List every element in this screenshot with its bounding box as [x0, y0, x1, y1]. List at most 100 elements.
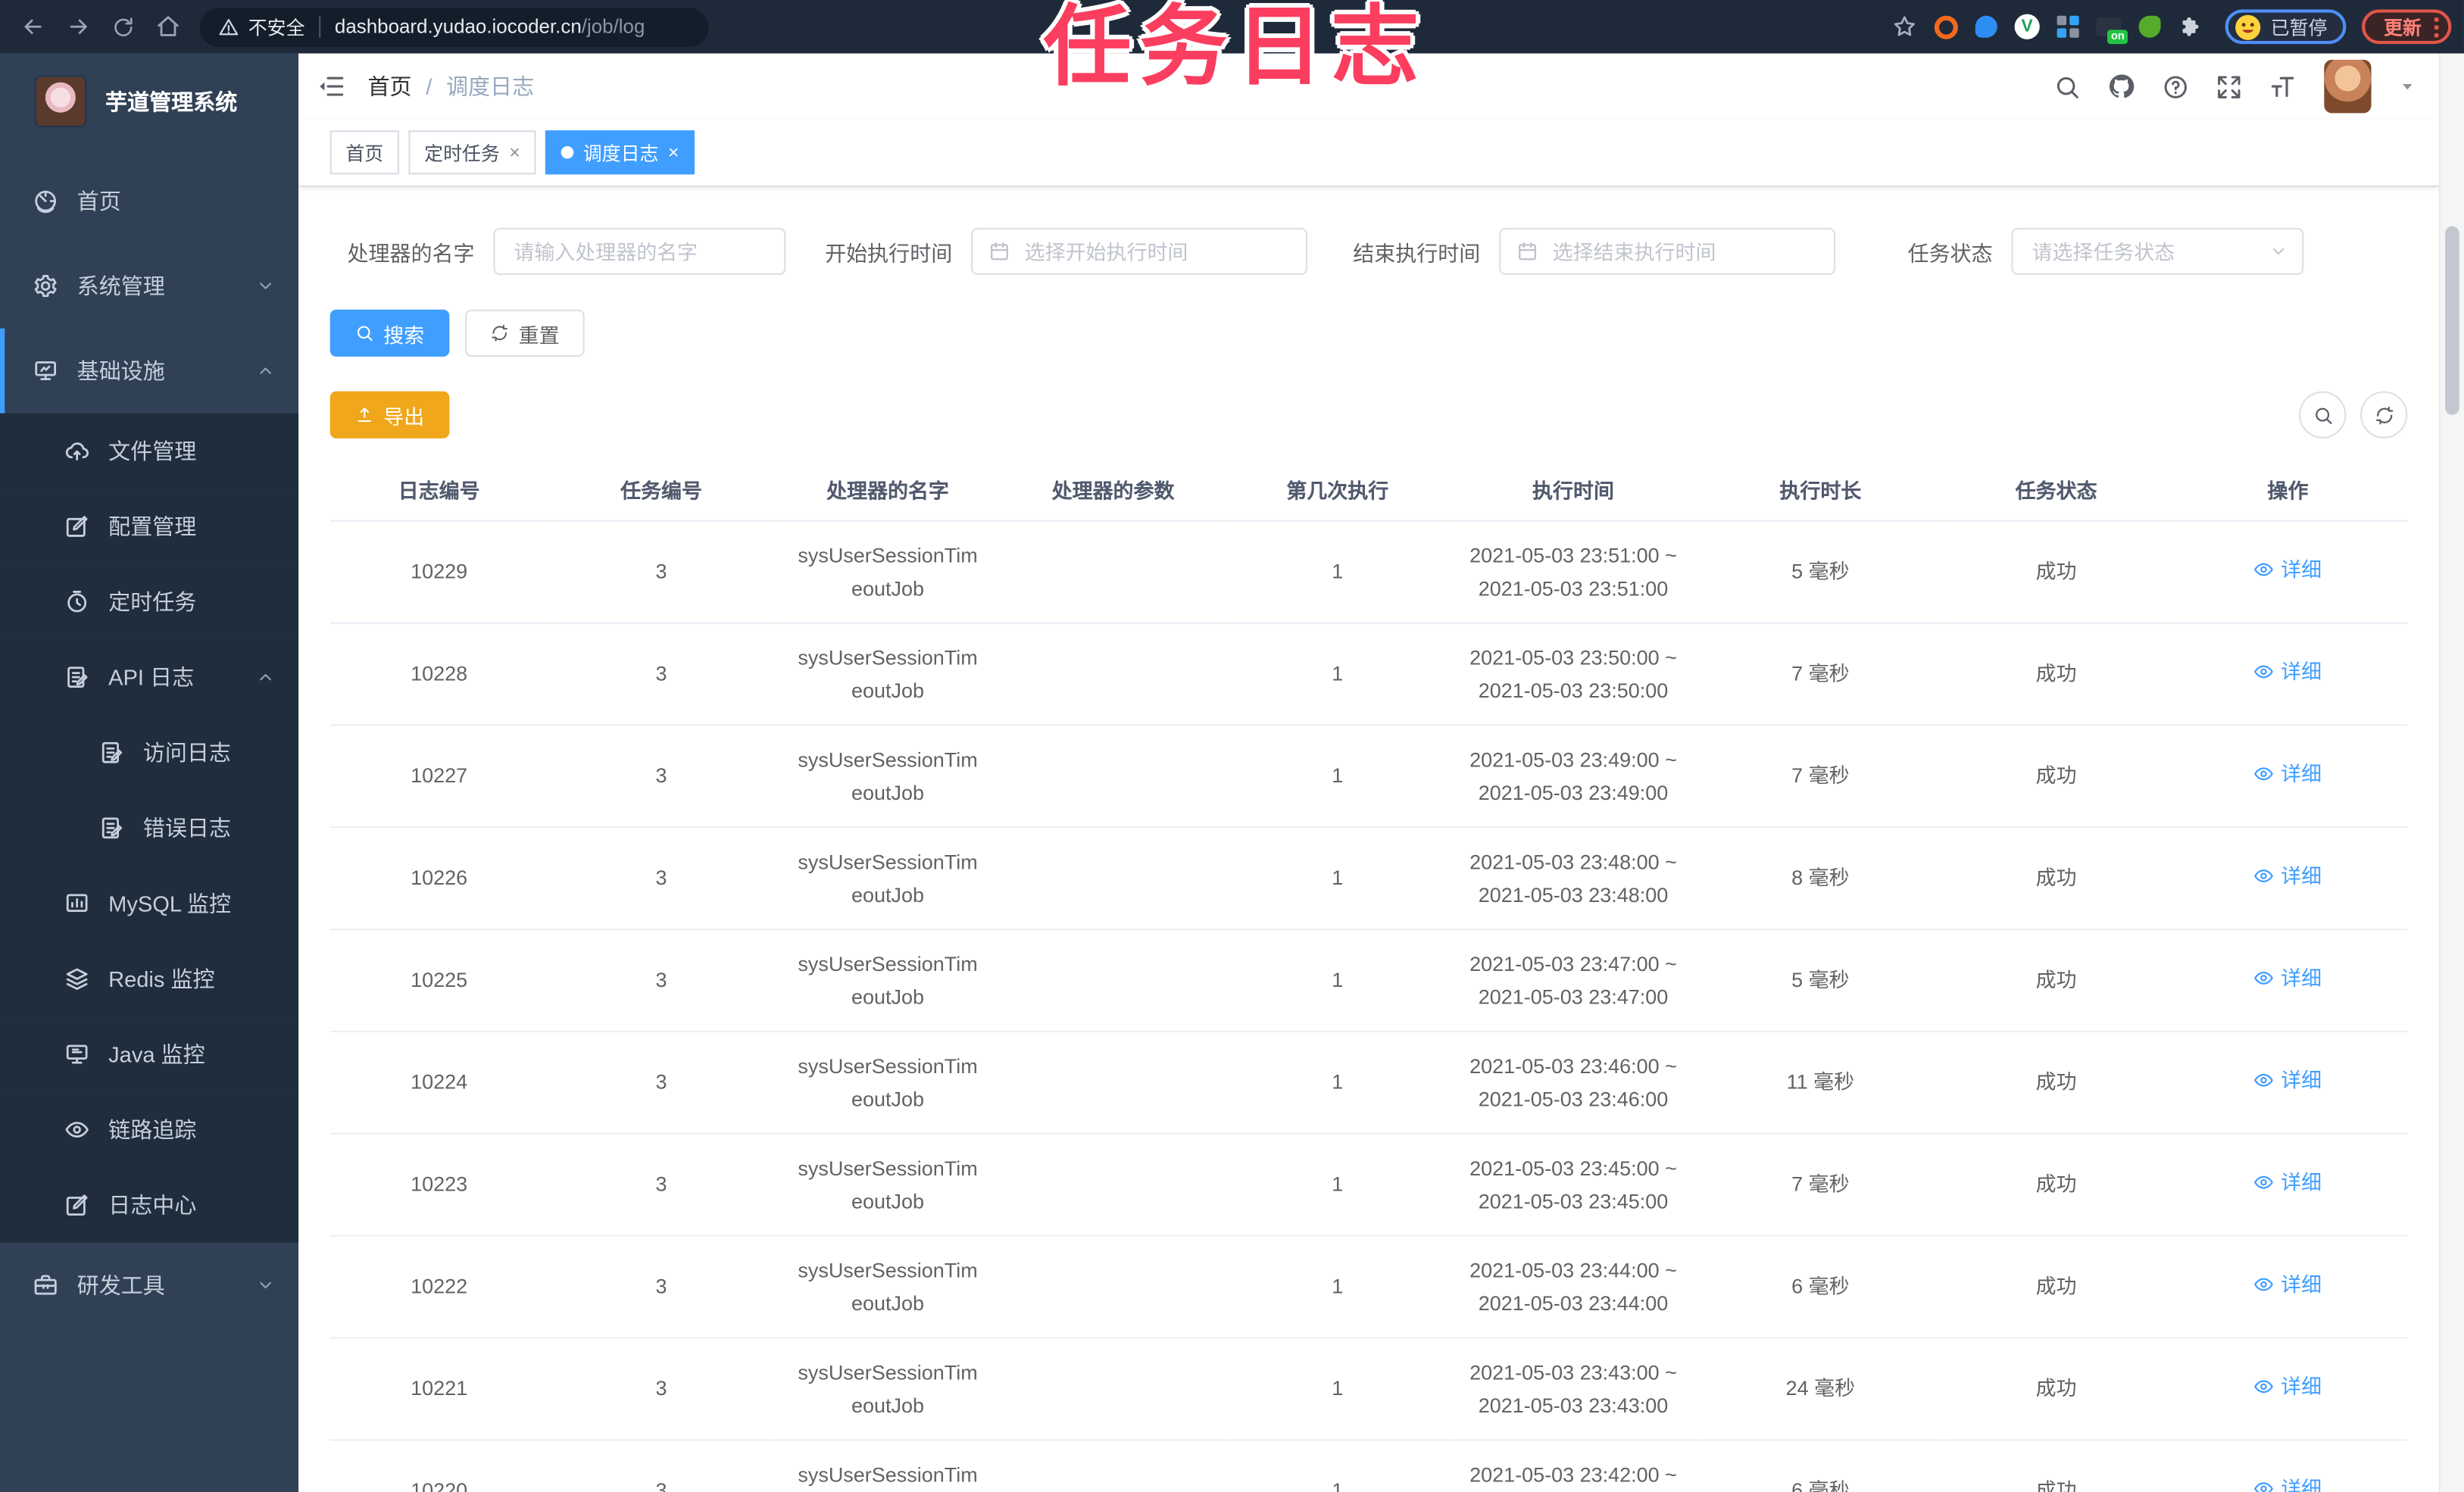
- breadcrumb-home[interactable]: 首页: [367, 70, 411, 101]
- detail-link[interactable]: 详细: [2254, 1472, 2322, 1492]
- calendar-icon: [1516, 240, 1538, 262]
- browser-menu-icon[interactable]: [2434, 16, 2439, 37]
- tab-job-log[interactable]: 调度日志 ×: [545, 130, 695, 175]
- sidebar-item-access-log[interactable]: 访问日志: [0, 714, 299, 791]
- cell-time: 2021-05-03 23:49:00 ~ 2021-05-03 23:49:0…: [1449, 725, 1697, 829]
- home-icon[interactable]: [155, 14, 180, 39]
- sidebar-item-api-log[interactable]: API 日志: [0, 639, 299, 715]
- handler-name-input[interactable]: [493, 227, 786, 276]
- export-button[interactable]: 导出: [329, 391, 450, 439]
- cell-duration: 7 毫秒: [1697, 1133, 1944, 1237]
- window-scrollbar[interactable]: [2438, 53, 2464, 1492]
- sidebar-item-java-monitor[interactable]: Java 监控: [0, 1016, 299, 1092]
- start-time-picker[interactable]: [971, 227, 1308, 276]
- github-icon[interactable]: [2107, 72, 2135, 100]
- end-time-picker[interactable]: [1499, 227, 1836, 276]
- cell-task_id: 3: [548, 1133, 775, 1237]
- cell-task_id: 3: [548, 520, 775, 624]
- fullscreen-icon[interactable]: [2216, 73, 2242, 99]
- url-path: /job/log: [581, 15, 645, 38]
- close-icon[interactable]: ×: [668, 143, 679, 162]
- close-icon[interactable]: ×: [509, 143, 520, 162]
- toggle-search-button[interactable]: [2299, 391, 2347, 439]
- scrollbar-thumb[interactable]: [2445, 226, 2459, 415]
- cell-count: 1: [1225, 1133, 1450, 1237]
- tab-home[interactable]: 首页: [329, 130, 399, 175]
- detail-link[interactable]: 详细: [2254, 1370, 2322, 1403]
- bookmark-star-icon[interactable]: [1892, 14, 1917, 39]
- sidebar-item-scheduled-tasks[interactable]: 定时任务: [0, 563, 299, 640]
- detail-link[interactable]: 详细: [2254, 1064, 2322, 1097]
- eye-icon: [2254, 1172, 2275, 1193]
- extension-icon[interactable]: [1934, 14, 1958, 39]
- sidebar-item-infrastructure[interactable]: 基础设施: [0, 328, 298, 414]
- app-logo-row[interactable]: 芋道管理系统: [0, 54, 298, 137]
- sidebar-item-config-management[interactable]: 配置管理: [0, 488, 299, 564]
- doc-icon: [99, 816, 124, 841]
- sidebar-item-label: 访问日志: [142, 740, 231, 766]
- cell-duration: 11 毫秒: [1697, 1031, 1944, 1135]
- sidebar-item-label: 基础设施: [77, 358, 165, 384]
- refresh-icon: [490, 323, 509, 342]
- sidebar-item-label: 链路追踪: [108, 1117, 197, 1143]
- search-button[interactable]: 搜索: [329, 309, 450, 357]
- cell-param: [1001, 1031, 1226, 1135]
- table-row: 10226 3 sysUserSessionTim eoutJob 1 2021-05-…: [329, 827, 2408, 931]
- cell-count: 1: [1225, 1235, 1450, 1339]
- detail-link[interactable]: 详细: [2254, 962, 2322, 995]
- sidebar-item-label: 日志中心: [108, 1192, 197, 1218]
- reset-button[interactable]: 重置: [465, 309, 585, 357]
- extension-icon[interactable]: on: [2096, 17, 2128, 45]
- help-icon[interactable]: [2163, 73, 2189, 99]
- cell-action: 详细: [2168, 1133, 2408, 1237]
- refresh-table-button[interactable]: [2360, 391, 2408, 439]
- tab-scheduled-tasks[interactable]: 定时任务 ×: [408, 130, 536, 175]
- task-status-select[interactable]: [2011, 227, 2304, 276]
- cell-handler: sysUserSessionTim eoutJob: [774, 1031, 1001, 1135]
- detail-link[interactable]: 详细: [2254, 1269, 2322, 1302]
- extension-icon[interactable]: V: [2014, 14, 2040, 39]
- reload-icon[interactable]: [111, 15, 135, 39]
- chart-icon: [64, 891, 89, 916]
- sidebar-item-system-management[interactable]: 系统管理: [0, 244, 298, 329]
- back-icon[interactable]: [20, 14, 45, 39]
- eye-icon: [2254, 1071, 2275, 1091]
- dashboard-icon: [33, 189, 58, 214]
- cell-task_id: 3: [548, 929, 775, 1033]
- avatar-caret-icon[interactable]: [2398, 77, 2417, 96]
- detail-link[interactable]: 详细: [2254, 554, 2322, 587]
- sidebar-item-file-management[interactable]: 文件管理: [0, 413, 299, 489]
- detail-link[interactable]: 详细: [2254, 860, 2322, 893]
- profile-paused-badge[interactable]: 已暂停: [2225, 9, 2347, 45]
- header-search-icon[interactable]: [2054, 73, 2081, 99]
- extension-icon[interactable]: [1975, 15, 1997, 38]
- sidebar-item-log-center[interactable]: 日志中心: [0, 1167, 299, 1244]
- sidebar-item-trace[interactable]: 链路追踪: [0, 1091, 299, 1168]
- user-avatar[interactable]: [2324, 59, 2372, 114]
- extension-icon[interactable]: [2056, 15, 2079, 38]
- cell-log_id: 10227: [329, 725, 548, 829]
- column-header: 第几次执行: [1225, 457, 1450, 522]
- forward-icon[interactable]: [66, 14, 91, 39]
- extension-icon[interactable]: [2138, 15, 2161, 38]
- detail-link[interactable]: 详细: [2254, 757, 2322, 791]
- detail-link[interactable]: 详细: [2254, 1166, 2322, 1200]
- address-bar[interactable]: 不安全 dashboard.yudao.iocoder.cn /job/log: [199, 7, 709, 47]
- update-button[interactable]: 更新: [2362, 9, 2452, 45]
- sidebar-item-label: 文件管理: [108, 438, 197, 464]
- sidebar-item-home[interactable]: 首页: [0, 159, 298, 244]
- cell-time: 2021-05-03 23:48:00 ~ 2021-05-03 23:48:0…: [1449, 827, 1697, 931]
- sidebar-item-redis-monitor[interactable]: Redis 监控: [0, 941, 299, 1017]
- sidebar-item-error-log[interactable]: 错误日志: [0, 790, 299, 866]
- cell-status: 成功: [1944, 725, 2169, 829]
- extensions-puzzle-icon[interactable]: [2178, 14, 2203, 39]
- sidebar-item-mysql-monitor[interactable]: MySQL 监控: [0, 866, 299, 941]
- hamburger-icon[interactable]: [317, 72, 345, 100]
- cell-param: [1001, 1337, 1226, 1441]
- font-size-icon[interactable]: [2269, 72, 2297, 100]
- sidebar-item-dev-tools[interactable]: 研发工具: [0, 1243, 298, 1328]
- cell-duration: 6 毫秒: [1697, 1235, 1944, 1339]
- detail-link[interactable]: 详细: [2254, 655, 2322, 688]
- cell-count: 1: [1225, 1031, 1450, 1135]
- sidebar-item-label: 配置管理: [108, 513, 197, 539]
